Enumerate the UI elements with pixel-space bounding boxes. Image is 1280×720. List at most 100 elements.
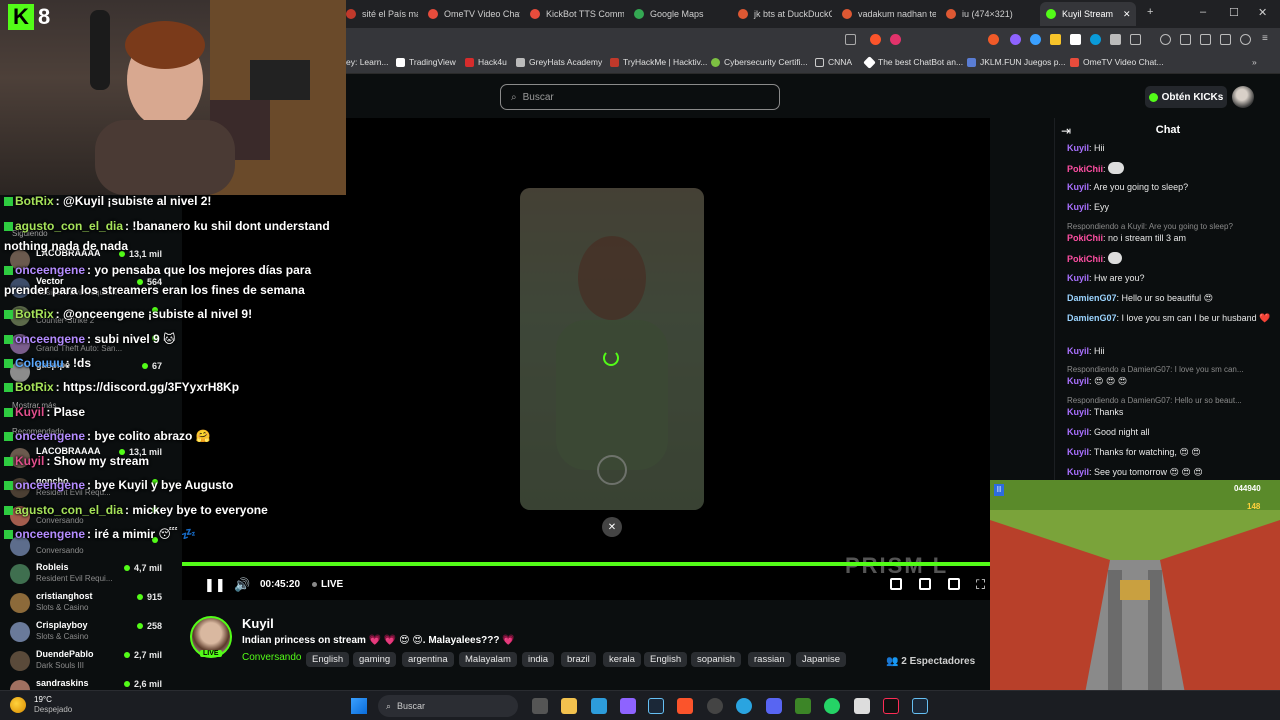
- live-label: LIVE: [321, 579, 344, 590]
- more-bookmarks-icon[interactable]: »: [1252, 57, 1257, 67]
- sidebar-channel[interactable]: Conversando: [8, 503, 168, 529]
- vpn-icon[interactable]: [1240, 34, 1251, 45]
- stream-tag[interactable]: sopanish: [691, 652, 742, 667]
- wallet-icon[interactable]: [1200, 34, 1211, 45]
- tab-5[interactable]: vadakum nadhan te: [836, 4, 936, 24]
- telegram-icon[interactable]: [736, 698, 752, 714]
- extension-icon[interactable]: [988, 34, 999, 45]
- tab-1[interactable]: OmeTV Video Chat: [422, 4, 520, 24]
- taskbar-search[interactable]: ⌕ Buscar: [378, 695, 518, 717]
- miniplayer-icon[interactable]: [890, 578, 902, 590]
- app-icon[interactable]: [854, 698, 870, 714]
- downloads-icon[interactable]: [1220, 34, 1231, 45]
- stream-tag[interactable]: English: [644, 652, 688, 667]
- bookmark[interactable]: TradingView: [396, 57, 456, 67]
- close-window-icon[interactable]: ✕: [1258, 6, 1267, 19]
- stream-tag[interactable]: rassian: [748, 652, 791, 667]
- sidebar-channel[interactable]: Crisplayboy Slots & Casino 258: [8, 619, 168, 645]
- sidebar-channel[interactable]: gaspipe 67: [8, 359, 168, 385]
- bookmark[interactable]: OmeTV Video Chat...: [1070, 57, 1164, 67]
- pause-icon[interactable]: ❚❚: [204, 577, 226, 593]
- bookmark[interactable]: JKLM.FUN Juegos p...: [967, 57, 1066, 67]
- file-explorer-icon[interactable]: [561, 698, 577, 714]
- tab-4[interactable]: jk bts at DuckDuckG: [732, 4, 832, 24]
- translate-icon[interactable]: [1090, 34, 1101, 45]
- minecraft-icon[interactable]: [795, 698, 811, 714]
- tab-2[interactable]: KickBot TTS Comm: [524, 4, 624, 24]
- tab-0[interactable]: sité el País más C: [340, 4, 418, 24]
- get-kicks-button[interactable]: Obtén KICKs: [1145, 86, 1227, 108]
- stream-tag[interactable]: gaming: [353, 652, 397, 667]
- duckduckgo-icon: [842, 9, 852, 19]
- menu-icon[interactable]: ≡: [1262, 34, 1273, 45]
- sidebar-channel[interactable]: Grand Theft Auto: San...: [8, 331, 168, 357]
- sidebar-icon[interactable]: [1180, 34, 1191, 45]
- bookmark[interactable]: TryHackMe | Hacktiv...: [610, 57, 707, 67]
- discord-icon[interactable]: [766, 698, 782, 714]
- stream-tag[interactable]: argentina: [402, 652, 454, 667]
- sidebar-channel[interactable]: Vector Resident Evil Requiem 564: [8, 275, 168, 301]
- steam-icon[interactable]: [648, 698, 664, 714]
- tiktok-icon[interactable]: [883, 698, 899, 714]
- steam-icon[interactable]: [912, 698, 928, 714]
- sidebar-channel[interactable]: goncho Resident Evil Requ...: [8, 475, 168, 501]
- share-icon[interactable]: [845, 34, 856, 45]
- extension-icon[interactable]: [1030, 34, 1041, 45]
- bookmark[interactable]: Hack4u: [465, 57, 507, 67]
- close-overlay-icon[interactable]: ✕: [602, 517, 622, 537]
- sidebar-channel[interactable]: LACOBRAAAA 13,1 mil: [8, 445, 168, 471]
- app-icon[interactable]: [707, 698, 723, 714]
- user-avatar[interactable]: [1232, 86, 1254, 108]
- search-input[interactable]: ⌕ Buscar: [500, 84, 780, 110]
- stream-category[interactable]: Conversando: [242, 652, 301, 663]
- stream-tag[interactable]: English: [306, 652, 350, 667]
- game-score: 044940: [1234, 484, 1261, 493]
- sidebar-channel[interactable]: Counter-Strike 2: [8, 303, 168, 329]
- extension-icon[interactable]: [1050, 34, 1061, 45]
- sidebar-channel[interactable]: Conversando: [8, 533, 168, 559]
- fullscreen-icon[interactable]: ⛶: [976, 577, 985, 593]
- media-icon[interactable]: [1160, 34, 1171, 45]
- brave-shield-icon[interactable]: [870, 34, 881, 45]
- windows-start-icon[interactable]: [351, 698, 367, 714]
- chat-message: Kuyil: Are you going to sleep?: [1067, 182, 1189, 192]
- sidebar-channel[interactable]: Robleis Resident Evil Requi... 4,7 mil: [8, 561, 168, 587]
- puzzle-icon[interactable]: [1130, 34, 1141, 45]
- tab-active[interactable]: Kuyil Stream ✕: [1040, 2, 1136, 26]
- stream-tag[interactable]: Malayalam: [459, 652, 517, 667]
- maximize-icon[interactable]: ☐: [1229, 6, 1239, 19]
- brave-icon[interactable]: [677, 698, 693, 714]
- progress-bar[interactable]: [182, 562, 990, 566]
- tab-6[interactable]: iu (474×321): [940, 4, 1036, 24]
- app-icon[interactable]: [620, 698, 636, 714]
- extension-icon[interactable]: [1070, 34, 1081, 45]
- theater-mode-icon[interactable]: [948, 578, 960, 590]
- show-more-link[interactable]: Mostrar más: [12, 401, 56, 410]
- stream-tag[interactable]: Japanise: [796, 652, 847, 667]
- task-view-icon[interactable]: [532, 698, 548, 714]
- bookmark[interactable]: GreyHats Academy: [516, 57, 602, 67]
- stream-tag[interactable]: brazil: [561, 652, 596, 667]
- sidebar-channel[interactable]: LACOBRAAAA 13,1 mil: [8, 247, 168, 273]
- bookmark[interactable]: The best ChatBot an...: [863, 55, 963, 69]
- tab-favicon-icon: [346, 9, 356, 19]
- stream-tag[interactable]: india: [522, 652, 555, 667]
- channel-name[interactable]: Kuyil: [242, 616, 274, 631]
- bookmark[interactable]: ey: Learn...: [346, 57, 389, 67]
- close-tab-icon[interactable]: ✕: [1123, 9, 1131, 20]
- rewards-icon[interactable]: [890, 34, 901, 45]
- clip-icon[interactable]: [919, 578, 931, 590]
- extension-icon[interactable]: [1010, 34, 1021, 45]
- sidebar-channel[interactable]: cristianghost Slots & Casino 915: [8, 590, 168, 616]
- store-icon[interactable]: [591, 698, 607, 714]
- whatsapp-icon[interactable]: [824, 698, 840, 714]
- bookmark[interactable]: CNNA: [815, 57, 852, 67]
- new-tab-icon[interactable]: +: [1147, 6, 1153, 18]
- sidebar-channel[interactable]: DuendePablo Dark Souls III 2,7 mil: [8, 648, 168, 674]
- stream-tag[interactable]: kerala: [603, 652, 641, 667]
- minimize-icon[interactable]: –: [1200, 6, 1206, 18]
- volume-icon[interactable]: 🔊: [234, 577, 250, 593]
- tab-3[interactable]: Google Maps: [628, 4, 728, 24]
- extension-icon[interactable]: [1110, 34, 1121, 45]
- bookmark[interactable]: Cybersecurity Certifi...: [711, 57, 808, 67]
